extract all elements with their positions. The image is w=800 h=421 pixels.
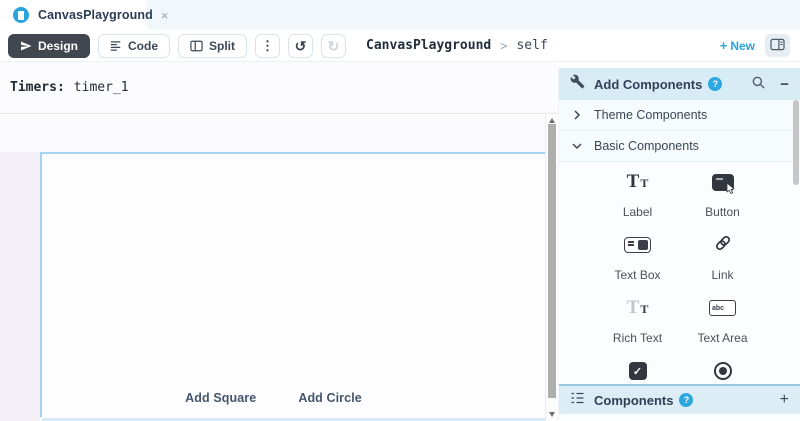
textarea-icon: abc [709,300,736,316]
tab-canvasplayground[interactable]: CanvasPlayground × [0,0,145,30]
split-button[interactable]: Split [178,34,247,58]
tab-title: CanvasPlayground [38,8,153,22]
add-components-header: Add Components ? − [559,68,800,100]
split-view-icon [190,40,203,52]
breadcrumb-separator: > [500,39,507,53]
component-checkbox[interactable]: ✓ [595,351,680,385]
send-icon [20,40,32,52]
code-lines-icon [110,40,122,52]
breadcrumb-app[interactable]: CanvasPlayground [366,38,491,53]
section-basic-components[interactable]: Basic Components [559,131,800,162]
design-button[interactable]: Design [8,34,90,58]
tab-strip: CanvasPlayground × [0,0,800,30]
components-tree-bar[interactable]: Components ? + [559,384,800,414]
form-surface[interactable]: Add Square Add Circle [40,152,545,417]
add-component-plus-icon[interactable]: + [780,392,789,408]
basic-components-grid: TT Label Button Text Box Link TT [595,162,765,385]
component-textarea[interactable]: abc Text Area [680,288,765,351]
collapse-panel-icon[interactable]: − [780,77,789,92]
component-link[interactable]: Link [680,225,765,288]
toolbar: Design Code Split ⋮ ↺ ↻ CanvasPlayground… [0,30,800,62]
chevron-right-icon [571,110,583,120]
component-label[interactable]: TT Label [595,162,680,225]
form-file-icon [13,7,29,23]
link-icon [713,233,733,258]
component-button[interactable]: Button [680,162,765,225]
undo-icon: ↺ [295,39,307,53]
timers-label: Timers: [10,80,65,95]
help-badge[interactable]: ? [708,77,722,91]
components-bar-title: Components [594,393,673,408]
timer-item[interactable]: timer_1 [74,80,129,95]
new-button[interactable]: + New [720,38,755,53]
scroll-up-arrow-icon[interactable] [549,118,555,123]
components-tree-icon [570,391,585,410]
wrench-icon [570,74,585,94]
vertical-scrollbar-thumb[interactable] [548,124,556,398]
form-links-row: Add Square Add Circle [42,391,505,405]
richtext-icon: TT [627,297,649,319]
tab-strip-empty-area [145,0,800,30]
sidebar-layout-icon [770,38,785,54]
redo-button[interactable]: ↻ [321,34,346,58]
components-help-badge[interactable]: ? [679,393,693,407]
add-circle-link[interactable]: Add Circle [298,391,362,405]
toolbar-right-group: + New [720,34,792,57]
button-icon [712,174,734,191]
timers-bar: Timers: timer_1 [0,62,558,114]
undo-button[interactable]: ↺ [288,34,313,58]
breadcrumb: CanvasPlayground > self [366,38,548,53]
scroll-down-arrow-icon[interactable] [549,412,555,417]
panel-scrollbar-thumb[interactable] [793,100,799,185]
kebab-icon: ⋮ [261,39,274,52]
search-components-button[interactable] [749,73,768,95]
label-icon: TT [627,171,649,193]
redo-icon: ↻ [328,39,340,53]
toggle-sidebar-button[interactable] [765,34,790,57]
vertical-scrollbar[interactable] [545,115,557,421]
add-components-panel: Add Components ? − Theme Components Basi… [558,68,800,421]
component-radiobutton[interactable] [680,351,765,385]
panel-title: Add Components [594,77,702,92]
plus-sparkle-icon: + [720,38,728,53]
radiobutton-icon [714,362,732,380]
component-textbox[interactable]: Text Box [595,225,680,288]
checkbox-icon: ✓ [629,362,647,380]
add-square-link[interactable]: Add Square [185,391,256,405]
breadcrumb-self[interactable]: self [516,38,547,53]
ide-window: CanvasPlayground × Design Code Split ⋮ [0,0,800,421]
tab-close-icon[interactable]: × [161,8,169,23]
section-theme-components[interactable]: Theme Components [559,100,800,131]
chevron-down-icon [571,142,583,150]
design-canvas: Add Square Add Circle [0,115,545,421]
component-richtext[interactable]: TT Rich Text [595,288,680,351]
search-icon [751,75,766,93]
textbox-icon [624,237,651,253]
code-button[interactable]: Code [98,34,170,58]
canvas-left-gutter [0,152,40,421]
more-options-button[interactable]: ⋮ [255,34,280,58]
